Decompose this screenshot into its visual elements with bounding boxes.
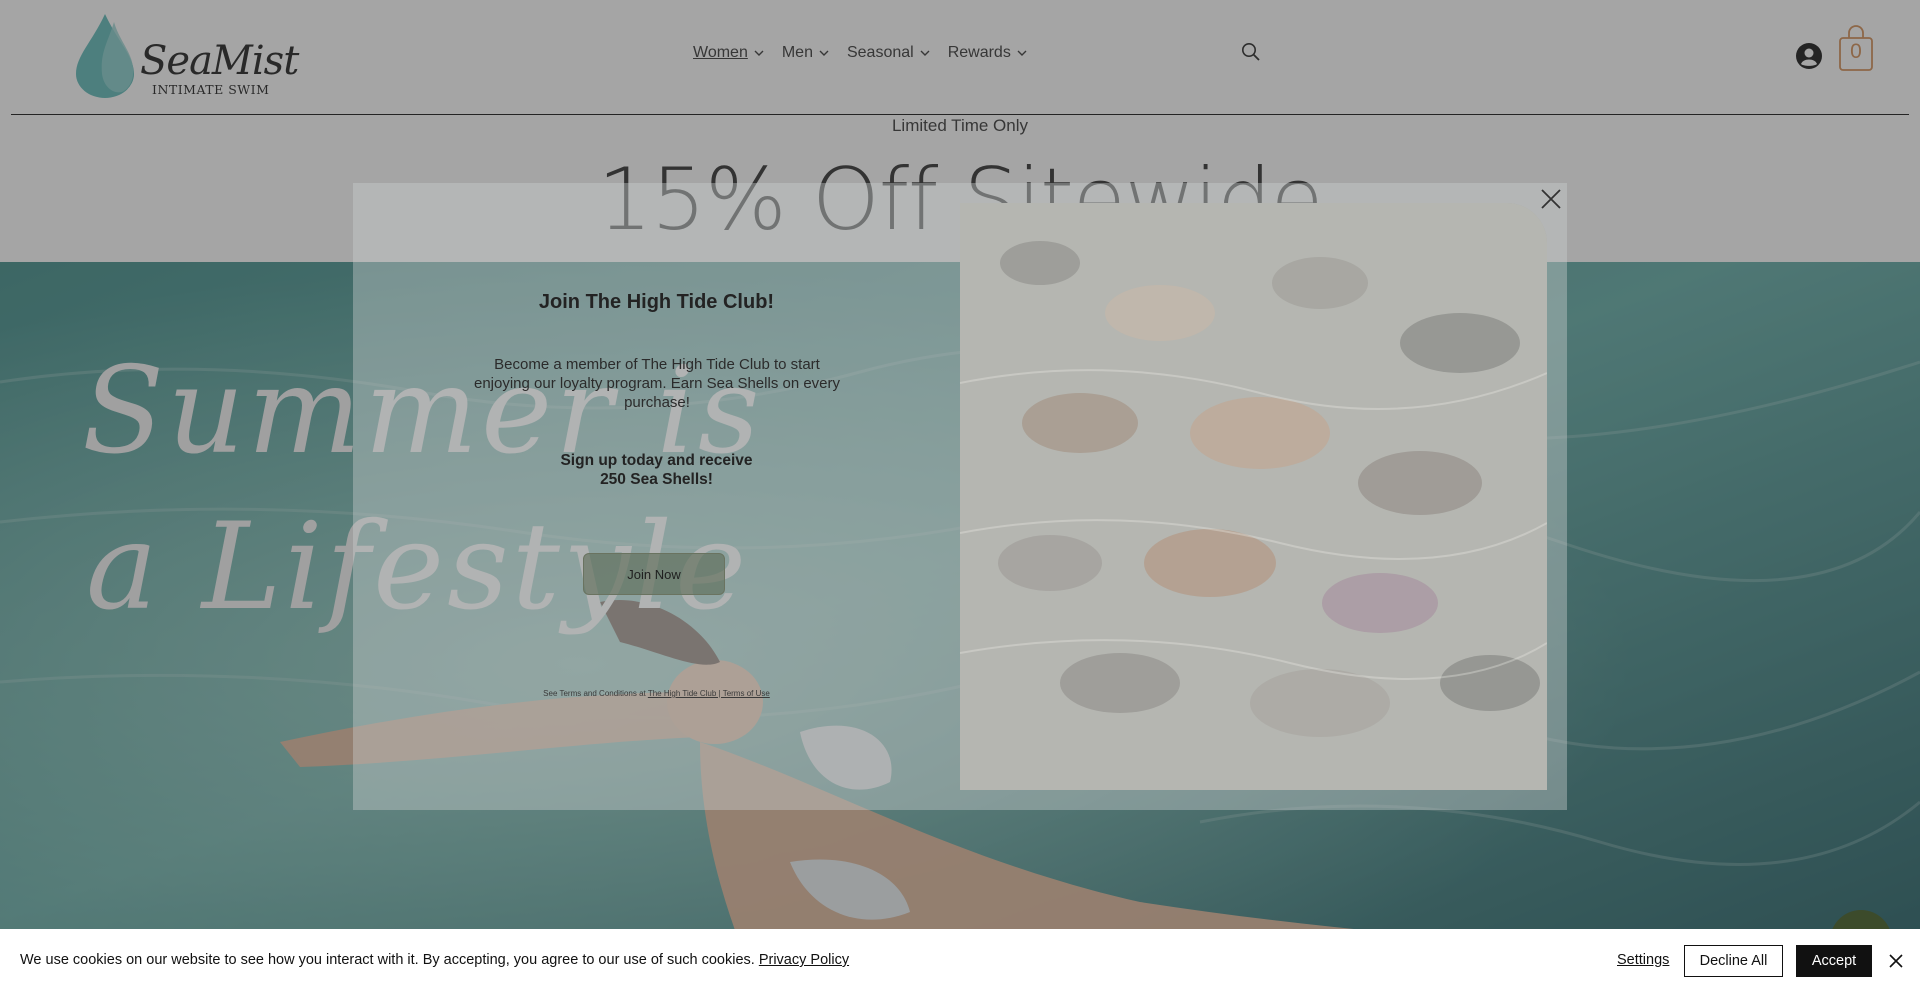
popup-offer-line1: Sign up today and receive	[560, 452, 753, 469]
close-icon[interactable]	[1888, 953, 1904, 969]
loyalty-popup: Join The High Tide Club! Become a member…	[353, 183, 1567, 810]
accept-button[interactable]: Accept	[1796, 945, 1872, 977]
privacy-policy-link[interactable]: Privacy Policy	[759, 952, 849, 968]
close-icon[interactable]	[1539, 187, 1563, 211]
cookie-message-text: We use cookies on our website to see how…	[20, 952, 759, 968]
popup-terms: See Terms and Conditions at The High Tid…	[353, 689, 960, 698]
popup-offer-line2: 250 Sea Shells!	[600, 471, 713, 488]
cookie-settings-link[interactable]: Settings	[1617, 952, 1669, 968]
popup-description: Become a member of The High Tide Club to…	[473, 356, 841, 411]
popup-title: Join The High Tide Club!	[538, 291, 775, 313]
popup-offer: Sign up today and receive 250 Sea Shells…	[353, 451, 960, 489]
cookie-banner: We use cookies on our website to see how…	[0, 929, 1920, 993]
terms-link[interactable]: The High Tide Club | Terms of Use	[648, 689, 770, 698]
popup-image	[960, 203, 1547, 790]
cookie-message: We use cookies on our website to see how…	[20, 952, 849, 968]
decline-all-button[interactable]: Decline All	[1684, 945, 1783, 977]
seashells-image	[960, 203, 1547, 790]
terms-prefix: See Terms and Conditions at	[543, 689, 648, 698]
join-now-button[interactable]: Join Now	[583, 553, 725, 595]
popup-content: Join The High Tide Club! Become a member…	[353, 183, 960, 810]
